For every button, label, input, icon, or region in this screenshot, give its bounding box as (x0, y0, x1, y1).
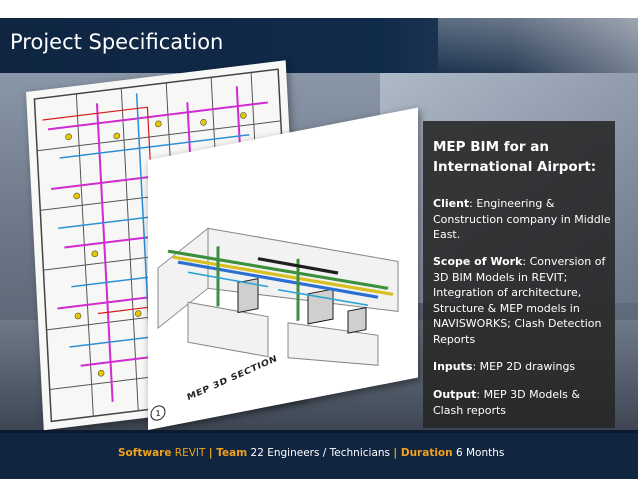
footer-summary: Software REVIT | Team 22 Engineers / Tec… (118, 447, 504, 459)
client-block: Client: Engineering & Construction compa… (433, 196, 611, 243)
scope-label: Scope of Work (433, 255, 523, 268)
inputs-text: : MEP 2D drawings (472, 360, 576, 373)
software-label: Software (118, 447, 172, 459)
project-info-panel: MEP BIM for an International Airport: Cl… (423, 121, 615, 428)
page-title: Project Specification (10, 30, 224, 54)
footer-divider (0, 430, 638, 433)
client-label: Client (433, 197, 470, 210)
panel-heading: MEP BIM for an International Airport: (433, 139, 597, 175)
top-strip (0, 0, 638, 18)
sheet-number: 1 (155, 409, 160, 419)
inputs-label: Inputs (433, 360, 473, 373)
separator: | (393, 447, 401, 459)
output-label: Output (433, 388, 477, 401)
airplane-photo (438, 18, 638, 73)
software-value: REVIT (171, 447, 209, 459)
output-block: Output: MEP 3D Models & Clash reports (433, 387, 611, 418)
duration-value: 6 Months (452, 447, 505, 459)
scope-text: : Conversion of 3D BIM Models in REVIT; … (433, 255, 606, 346)
scope-block: Scope of Work: Conversion of 3D BIM Mode… (433, 254, 611, 347)
team-value: 22 Engineers / Technicians (247, 447, 394, 459)
team-label: Team (216, 447, 248, 459)
3d-section-drawing: 1 (150, 227, 399, 421)
mep-3d-section-sheet: 1 MEP 3D SECTION (148, 107, 418, 430)
inputs-block: Inputs: MEP 2D drawings (433, 359, 611, 375)
duration-label: Duration (400, 447, 453, 459)
